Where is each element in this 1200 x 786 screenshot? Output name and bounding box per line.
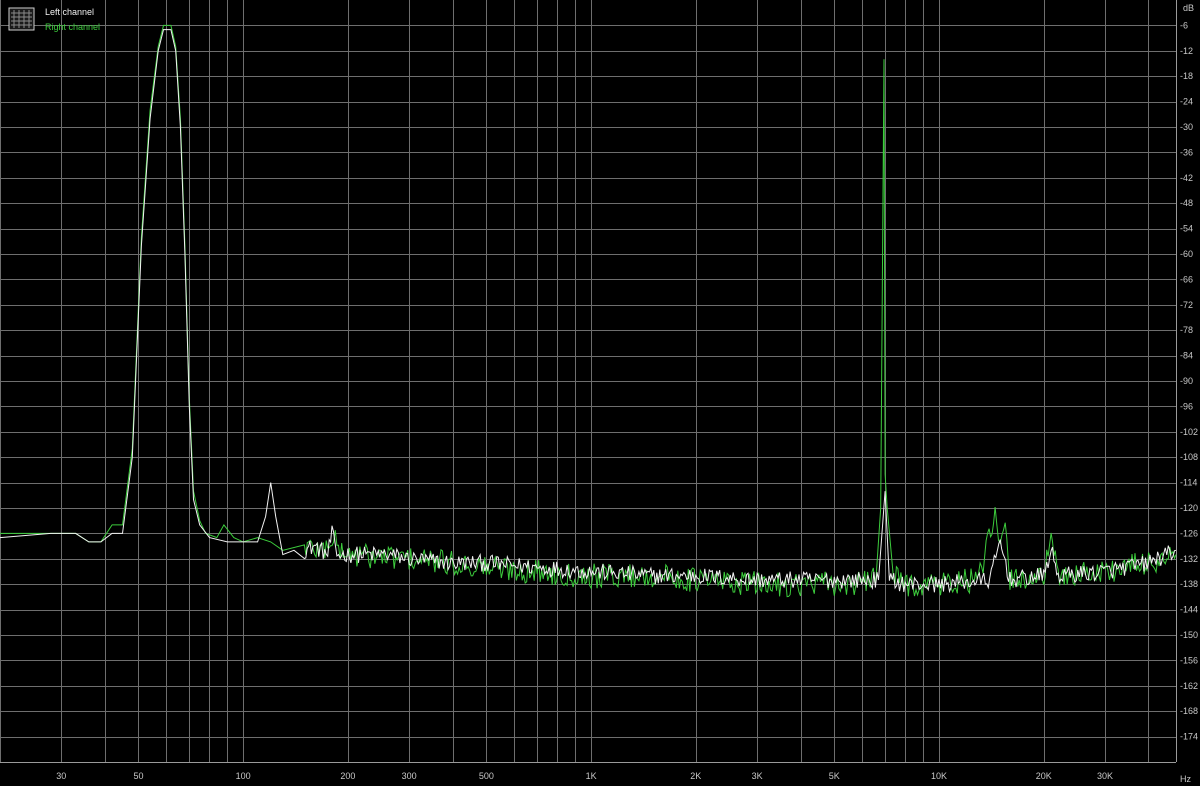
y-tick-label: -114 xyxy=(1180,478,1197,488)
y-tick-label: -162 xyxy=(1180,681,1198,691)
y-tick-label: -144 xyxy=(1180,605,1198,615)
x-tick-label: 1K xyxy=(586,771,597,781)
y-tick-label: -60 xyxy=(1180,249,1193,259)
x-tick-label: 5K xyxy=(829,771,840,781)
x-tick-label: 300 xyxy=(402,771,417,781)
y-tick-label: -6 xyxy=(1180,20,1188,30)
y-tick-label: -90 xyxy=(1180,376,1193,386)
y-tick-label: -156 xyxy=(1180,655,1198,665)
legend-grid-icon[interactable] xyxy=(8,7,35,31)
y-tick-label: -96 xyxy=(1180,401,1193,411)
y-tick-label: -48 xyxy=(1180,198,1193,208)
spectrum-plot: -6 -12 -18 -24 -30 -36 -42 -48 -54 -60 -66 -72 -78 -8… xyxy=(0,0,1200,786)
y-tick-label: -72 xyxy=(1180,300,1193,310)
x-tick-label: 200 xyxy=(340,771,355,781)
y-tick-label: -138 xyxy=(1180,579,1198,589)
y-tick-label: -42 xyxy=(1180,173,1193,183)
x-tick-label: 30K xyxy=(1097,771,1113,781)
x-unit-label: Hz xyxy=(1180,774,1191,784)
y-tick-label: -108 xyxy=(1180,452,1198,462)
x-tick-label: 30 xyxy=(56,771,66,781)
y-tick-label: -120 xyxy=(1180,503,1198,513)
legend-entry-left-channel: Left channel xyxy=(45,7,94,17)
x-tick-label: 50 xyxy=(133,771,143,781)
x-tick-label: 3K xyxy=(752,771,763,781)
y-tick-label: -12 xyxy=(1180,46,1193,56)
x-tick-label: 2K xyxy=(690,771,701,781)
x-tick-label: 10K xyxy=(931,771,947,781)
y-unit-label: dB xyxy=(1183,3,1194,13)
y-tick-label: -66 xyxy=(1180,274,1193,284)
y-tick-label: -18 xyxy=(1180,71,1193,81)
y-tick-label: -126 xyxy=(1180,528,1198,538)
y-tick-label: -168 xyxy=(1180,706,1198,716)
y-tick-label: -102 xyxy=(1180,427,1198,437)
y-tick-label: -54 xyxy=(1180,224,1193,234)
x-tick-label: 100 xyxy=(236,771,251,781)
y-tick-label: -36 xyxy=(1180,147,1193,157)
x-tick-label: 20K xyxy=(1036,771,1052,781)
y-tick-label: -30 xyxy=(1180,122,1193,132)
y-tick-label: -132 xyxy=(1180,554,1198,564)
y-tick-label: -174 xyxy=(1180,732,1198,742)
y-tick-label: -24 xyxy=(1180,97,1193,107)
y-tick-label: -150 xyxy=(1180,630,1198,640)
y-tick-label: -78 xyxy=(1180,325,1193,335)
y-tick-label: -84 xyxy=(1180,351,1193,361)
legend-entry-right-channel: Right channel xyxy=(45,22,100,32)
x-tick-label: 500 xyxy=(479,771,494,781)
spectrum-analyzer-screen: -6 -12 -18 -24 -30 -36 -42 -48 -54 -60 -66 -72 -78 -8… xyxy=(0,0,1200,786)
